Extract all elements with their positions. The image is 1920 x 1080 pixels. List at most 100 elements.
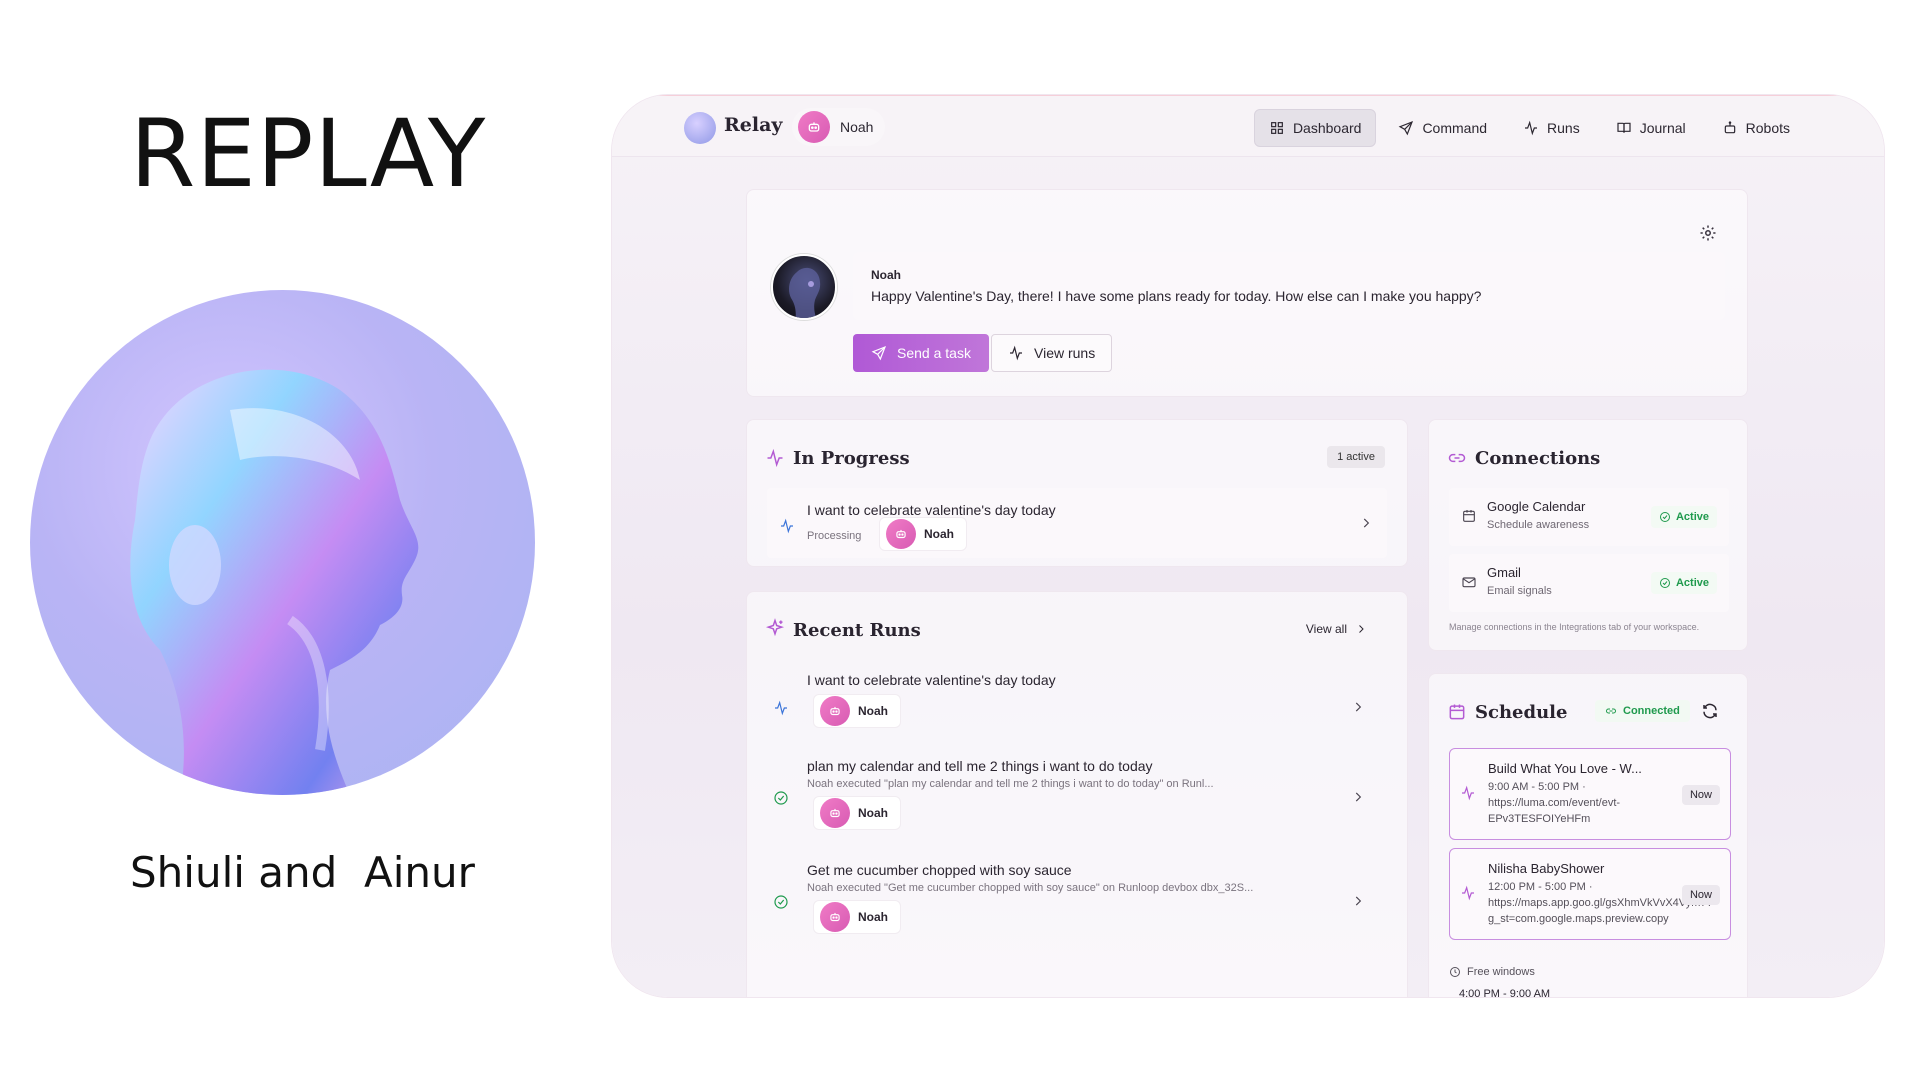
- activity-icon: [765, 448, 785, 468]
- activity-icon: [1460, 785, 1476, 801]
- in-progress-row[interactable]: I want to celebrate valentine's day toda…: [767, 488, 1387, 558]
- chevron-right-icon[interactable]: [1359, 516, 1373, 530]
- slide: REPLAY Shiuli and Ainur Relay Noah Dashb…: [0, 0, 1920, 1080]
- book-icon: [1617, 122, 1631, 133]
- connection-name: Gmail: [1487, 565, 1521, 580]
- calendar-icon: [1461, 508, 1477, 524]
- nav-dashboard[interactable]: Dashboard: [1253, 109, 1377, 147]
- in-progress-task-title: I want to celebrate valentine's day toda…: [807, 502, 1056, 518]
- status-badge: Active: [1650, 506, 1717, 528]
- nav-journal[interactable]: Journal: [1602, 109, 1700, 147]
- schedule-title: Schedule: [1475, 702, 1568, 723]
- check-circle-icon: [1659, 512, 1670, 522]
- schedule-event[interactable]: Build What You Love - W... 9:00 AM - 5:0…: [1449, 748, 1731, 840]
- recent-runs-title: Recent Runs: [793, 620, 921, 641]
- link-icon: [1447, 448, 1467, 468]
- robot-icon: [1724, 121, 1735, 134]
- robot-avatar-icon: [820, 696, 850, 726]
- chevron-right-icon[interactable]: [1351, 700, 1365, 714]
- greeting-message: Happy Valentine's Day, there! I have som…: [871, 288, 1482, 304]
- status-badge: Active: [1650, 572, 1717, 594]
- connection-google-calendar[interactable]: Google Calendar Schedule awareness Activ…: [1449, 488, 1729, 546]
- nav-dashboard-label: Dashboard: [1292, 120, 1362, 136]
- recent-run-detail: Noah executed "plan my calendar and tell…: [807, 778, 1214, 790]
- recent-run-row[interactable]: I want to celebrate valentine's day toda…: [747, 672, 1409, 742]
- event-link[interactable]: https://maps.app.goo.gl/gsXhmVkVvX4Vym7?: [1488, 897, 1713, 909]
- connected-label: Connected: [1623, 705, 1680, 717]
- gear-icon[interactable]: [1699, 224, 1717, 242]
- connection-gmail[interactable]: Gmail Email signals Active: [1449, 554, 1729, 612]
- agent-chip: Noah: [813, 694, 901, 728]
- recent-run-title: I want to celebrate valentine's day toda…: [807, 672, 1056, 688]
- chevron-right-icon: [1359, 625, 1364, 633]
- recent-run-title: plan my calendar and tell me 2 things i …: [807, 758, 1153, 774]
- agent-chip: Noah: [879, 517, 967, 551]
- agent-chip-label: Noah: [858, 704, 888, 718]
- connections-card: Connections Google Calendar Schedule awa…: [1428, 419, 1748, 651]
- nav-journal-label: Journal: [1639, 120, 1686, 136]
- now-badge: Now: [1681, 785, 1720, 805]
- mail-icon: [1461, 574, 1477, 590]
- connection-desc: Schedule awareness: [1487, 519, 1590, 531]
- clock-icon: [1450, 967, 1460, 977]
- connected-badge: Connected: [1595, 700, 1690, 722]
- send-task-button[interactable]: Send a task: [853, 334, 989, 372]
- status-badge-label: Active: [1675, 577, 1709, 589]
- nav-robots-label: Robots: [1745, 120, 1790, 136]
- event-title: Nilisha BabyShower: [1488, 861, 1605, 876]
- processing-icon: [779, 518, 795, 534]
- slide-title: REPLAY: [130, 100, 487, 209]
- agent-selector[interactable]: Noah: [792, 108, 886, 146]
- nav-runs-label: Runs: [1547, 120, 1580, 136]
- refresh-icon[interactable]: [1701, 702, 1719, 720]
- in-progress-status: Processing: [807, 530, 862, 542]
- greeting-bubble: Noah Happy Valentine's Day, there! I hav…: [853, 252, 1725, 320]
- agent-chip-label: Noah: [858, 806, 888, 820]
- link-icon: [1606, 708, 1616, 714]
- event-link[interactable]: https://luma.com/event/evt-: [1488, 797, 1620, 809]
- active-count-badge: 1 active: [1327, 446, 1385, 468]
- agent-avatar: [771, 254, 837, 320]
- schedule-event[interactable]: Nilisha BabyShower 12:00 PM - 5:00 PM · …: [1449, 848, 1731, 940]
- view-runs-button[interactable]: View runs: [991, 334, 1113, 372]
- chevron-right-icon[interactable]: [1351, 894, 1365, 908]
- activity-icon: [1525, 120, 1538, 136]
- calendar-icon: [1447, 702, 1467, 722]
- free-window-value: 4:00 PM - 9:00 AM: [1459, 988, 1551, 997]
- agent-chip-label: Noah: [858, 910, 888, 924]
- agent-chip: Noah: [813, 900, 901, 934]
- recent-run-detail: Noah executed "Get me cucumber chopped w…: [807, 882, 1254, 894]
- connections-title: Connections: [1475, 448, 1601, 469]
- activity-icon: [1460, 885, 1476, 901]
- robot-avatar-icon: [886, 519, 916, 549]
- nav-command[interactable]: Command: [1384, 109, 1501, 147]
- chevron-right-icon[interactable]: [1351, 790, 1365, 804]
- robot-avatar-icon: [820, 798, 850, 828]
- recent-run-title: Get me cucumber chopped with soy sauce: [807, 862, 1072, 878]
- in-progress-card: In Progress 1 active I want to celebrate…: [746, 419, 1408, 567]
- send-task-label: Send a task: [897, 345, 971, 361]
- event-link-cont: g_st=com.google.maps.preview.copy: [1488, 913, 1669, 925]
- recent-run-row[interactable]: Get me cucumber chopped with soy sauce N…: [747, 862, 1409, 942]
- status-badge-label: Active: [1675, 511, 1709, 523]
- send-icon: [871, 345, 887, 361]
- top-bar: Relay Noah Dashboard Command Runs Journa…: [612, 95, 1884, 157]
- app-name[interactable]: Relay: [724, 114, 782, 136]
- now-badge: Now: [1681, 885, 1720, 905]
- nav-command-label: Command: [1422, 120, 1488, 136]
- app-window: Relay Noah Dashboard Command Runs Journa…: [612, 95, 1884, 997]
- relay-logo-icon[interactable]: [684, 112, 716, 144]
- nav-runs[interactable]: Runs: [1509, 109, 1594, 147]
- recent-run-row[interactable]: plan my calendar and tell me 2 things i …: [747, 758, 1409, 838]
- agent-chip-label: Noah: [924, 527, 954, 541]
- event-link-cont: EPv3TESFOIYeHFm: [1488, 813, 1591, 825]
- send-icon: [1399, 120, 1414, 136]
- schedule-card: Schedule Connected Build What You Love -…: [1428, 673, 1748, 997]
- main-nav: Dashboard Command Runs Journal Robots: [1253, 109, 1804, 147]
- robot-avatar-icon: [820, 902, 850, 932]
- nav-robots[interactable]: Robots: [1708, 109, 1804, 147]
- event-title: Build What You Love - W...: [1488, 761, 1642, 776]
- view-all-link[interactable]: View all: [1306, 622, 1367, 636]
- greeting-card: Noah Happy Valentine's Day, there! I hav…: [746, 189, 1748, 397]
- free-windows-label: Free windows: [1449, 966, 1535, 978]
